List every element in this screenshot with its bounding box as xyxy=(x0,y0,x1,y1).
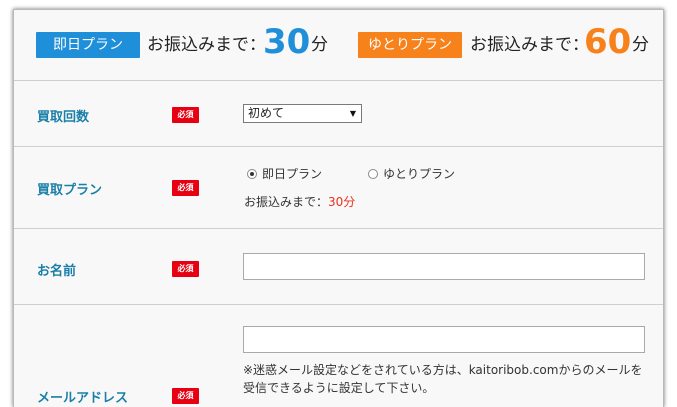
required-badge: 必須 xyxy=(172,180,199,196)
relaxed-minutes-unit: 分 xyxy=(632,35,649,55)
dropdown-triangle-icon: ▼ xyxy=(349,109,356,118)
purchase-count-label: 買取回数 xyxy=(37,110,90,125)
plan-radio-relaxed[interactable]: ゆとりプラン xyxy=(368,166,455,182)
name-input[interactable] xyxy=(243,253,645,280)
purchase-plan-label: 買取プラン xyxy=(37,183,103,198)
name-label: お名前 xyxy=(37,264,77,279)
sameday-minutes-unit: 分 xyxy=(311,35,328,55)
email-spam-note: ※迷惑メール設定などをされている方は、kaitoribob.comからのメールを… xyxy=(243,363,643,395)
email-row: メールアドレス 必須 ※迷惑メール設定などをされている方は、kaitoribob… xyxy=(14,305,663,407)
relaxed-plan-badge: ゆとりプラン xyxy=(358,32,462,58)
form-frame: 即日プラン お振込みまで： 30 分 ゆとりプラン お振込みまで： 60 分 買… xyxy=(13,9,664,407)
transfer-time-label: お振込みまで： xyxy=(244,195,329,209)
required-badge: 必須 xyxy=(172,261,199,277)
plan-radio-sameday-label: 即日プラン xyxy=(262,167,323,181)
purchase-count-row: 買取回数 必須 初めて ▼ xyxy=(14,81,663,147)
sameday-transfer-label: お振込みまで： xyxy=(147,35,266,55)
plan-radio-relaxed-label: ゆとりプラン xyxy=(383,167,456,181)
radio-unchecked-icon xyxy=(368,169,378,179)
sameday-minutes: 30 xyxy=(263,22,311,62)
purchase-count-selected-value: 初めて xyxy=(248,106,285,120)
plan-summary-header: 即日プラン お振込みまで： 30 分 ゆとりプラン お振込みまで： 60 分 xyxy=(14,10,663,81)
email-label: メールアドレス xyxy=(37,391,129,406)
relaxed-minutes: 60 xyxy=(584,22,632,62)
name-row: お名前 必須 xyxy=(14,229,663,305)
transfer-time-value: 30分 xyxy=(328,195,356,209)
purchase-plan-row: 買取プラン 必須 即日プラン ゆとりプラン お振込みまで：30分 xyxy=(14,147,663,229)
required-badge: 必須 xyxy=(172,388,199,404)
relaxed-transfer-label: お振込みまで： xyxy=(470,35,589,55)
purchase-count-select[interactable]: 初めて ▼ xyxy=(243,104,362,123)
radio-checked-icon xyxy=(247,169,257,179)
email-input[interactable] xyxy=(243,326,645,353)
plan-radio-sameday[interactable]: 即日プラン xyxy=(247,166,322,182)
required-badge: 必須 xyxy=(172,107,199,123)
sameday-plan-badge: 即日プラン xyxy=(36,32,140,58)
transfer-time-note: お振込みまで：30分 xyxy=(244,194,355,210)
